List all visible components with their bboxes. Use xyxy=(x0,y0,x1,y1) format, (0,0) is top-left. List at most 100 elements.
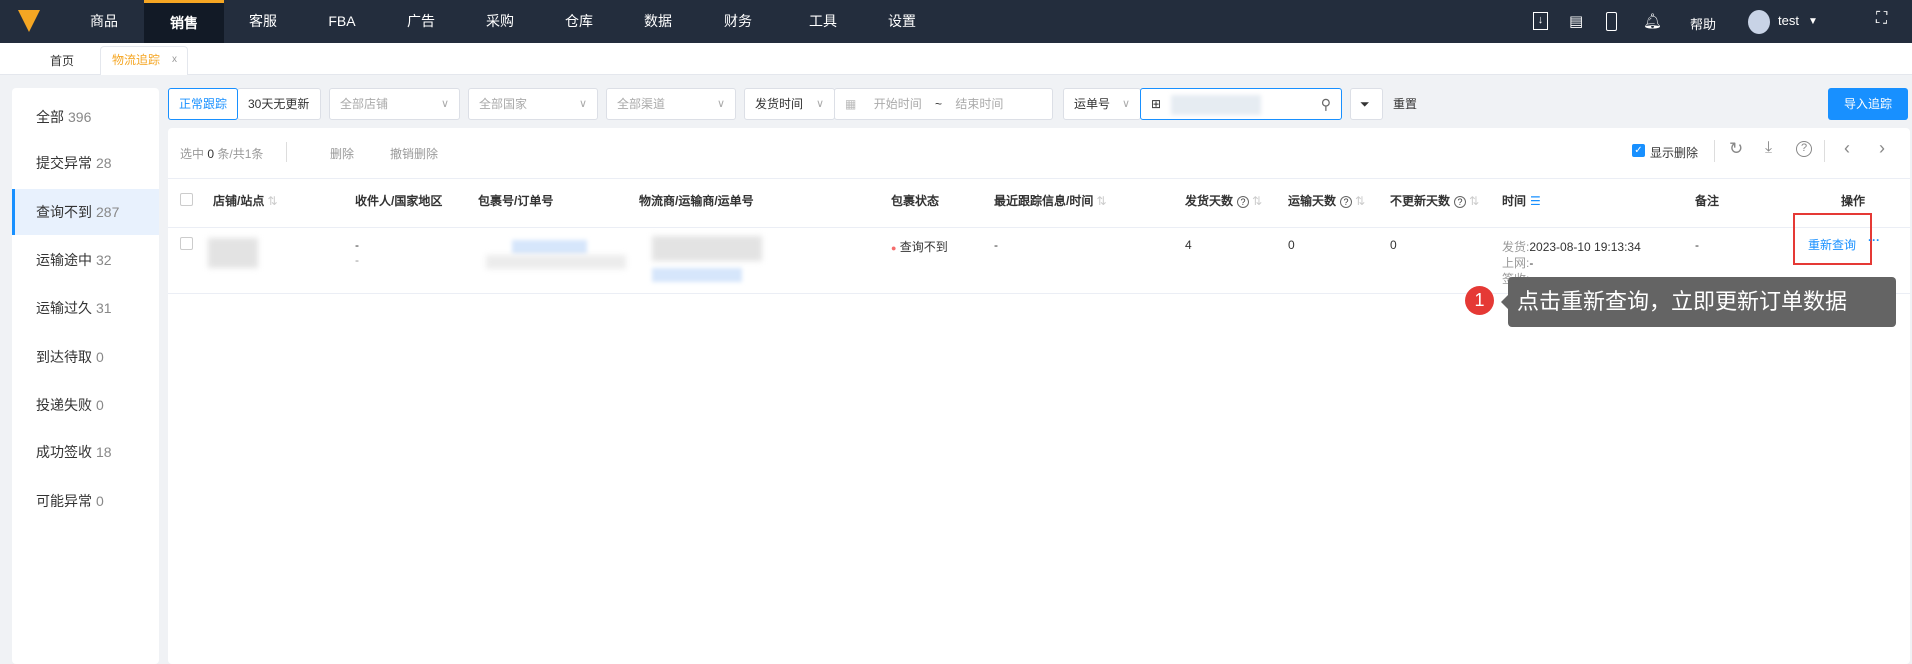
time-type-select[interactable]: 发货时间 ∨ xyxy=(744,88,835,120)
col-latest-tracking[interactable]: 最近跟踪信息/时间 ⇅ xyxy=(994,192,1106,209)
prev-page-icon[interactable]: ‹ xyxy=(1844,138,1850,159)
tab-label: 物流追踪 xyxy=(112,53,161,67)
user-name[interactable]: test xyxy=(1778,13,1799,28)
chevron-down-icon: ∨ xyxy=(1121,98,1130,110)
tab-logistics-tracking[interactable]: 物流追踪 x xyxy=(100,46,188,75)
nav-item-products[interactable]: 商品 xyxy=(64,0,144,43)
filter-icon[interactable]: ⏷ xyxy=(1350,88,1383,120)
start-date-input[interactable]: 开始时间 xyxy=(874,97,922,111)
export-icon[interactable]: ⤓ xyxy=(1765,139,1772,157)
caret-down-icon[interactable]: ▼ xyxy=(1808,16,1818,27)
col-ship-days[interactable]: 发货天数? ⇅ xyxy=(1185,192,1262,209)
nav-item-finance[interactable]: 财务 xyxy=(698,0,778,43)
next-page-icon[interactable]: › xyxy=(1879,138,1885,159)
status-dot-icon: ● xyxy=(891,243,897,253)
sidebar-item-in-transit[interactable]: 运输途中 32 xyxy=(12,237,159,283)
reset-button[interactable]: 重置 xyxy=(1393,88,1417,120)
stale-days: 0 xyxy=(1390,238,1397,252)
normal-tracking-toggle[interactable]: 正常跟踪 xyxy=(168,88,238,120)
country: - xyxy=(355,253,359,267)
top-nav: 商品 销售 客服 FBA 广告 采购 仓库 数据 财务 工具 设置 ↓ ▤ 🔔︎… xyxy=(0,0,1912,43)
latest-tracking: - xyxy=(994,238,998,252)
sort-icon: ⇅ xyxy=(1252,194,1263,208)
help-icon[interactable]: ? xyxy=(1796,141,1812,157)
nav-item-settings[interactable]: 设置 xyxy=(862,0,942,43)
fullscreen-icon[interactable]: ⛶ xyxy=(1876,10,1887,28)
sort-icon: ⇅ xyxy=(1355,194,1366,208)
col-actions: 操作 xyxy=(1841,194,1866,208)
chevron-down-icon: ∨ xyxy=(815,98,824,110)
col-recipient: 收件人/国家地区 xyxy=(355,194,443,208)
help-link[interactable]: 帮助 xyxy=(1690,14,1716,33)
import-tracking-button[interactable]: 导入追踪 xyxy=(1828,88,1908,120)
requery-button[interactable]: 重新查询 xyxy=(1808,236,1856,253)
results-card: 选中 0 条/共1条 删除 撤销删除 ✓ 显示删除 ↻ ⤓ ? ‹ › 店铺/站… xyxy=(168,128,1910,664)
tab-home[interactable]: 首页 xyxy=(50,47,74,75)
help-icon: ? xyxy=(1454,196,1467,208)
col-carrier: 物流商/运输商/运单号 xyxy=(639,194,754,208)
country-select[interactable]: 全部国家 ∨ xyxy=(468,88,598,120)
select-all-checkbox[interactable] xyxy=(180,193,193,206)
col-stale-days[interactable]: 不更新天数? ⇅ xyxy=(1390,192,1479,209)
col-store[interactable]: 店铺/站点 ⇅ xyxy=(213,192,277,209)
nav-item-sales[interactable]: 销售 xyxy=(144,0,224,43)
guide-tooltip: 点击重新查询，立即更新订单数据 xyxy=(1508,277,1896,327)
store-select[interactable]: 全部店铺 ∨ xyxy=(329,88,460,120)
avatar[interactable] xyxy=(1748,10,1770,34)
nav-item-purchase[interactable]: 采购 xyxy=(460,0,540,43)
delete-button[interactable]: 删除 xyxy=(330,145,354,162)
help-icon: ? xyxy=(1340,196,1353,208)
channel-select[interactable]: 全部渠道 ∨ xyxy=(606,88,736,120)
search-icon[interactable]: ⚲ xyxy=(1321,89,1331,119)
search-input[interactable]: ⊞ ⚲ xyxy=(1140,88,1342,120)
sidebar-item-delivery-failed[interactable]: 投递失败 0 xyxy=(12,382,159,428)
end-date-input[interactable]: 结束时间 xyxy=(955,97,1003,111)
show-deleted-label: 显示删除 xyxy=(1650,146,1699,160)
nav-item-warehouse[interactable]: 仓库 xyxy=(539,0,619,43)
col-remark: 备注 xyxy=(1695,194,1720,208)
sidebar-item-delivered[interactable]: 成功签收 18 xyxy=(12,429,159,475)
sidebar-item-all[interactable]: 全部 396 xyxy=(12,94,159,140)
recipient: - xyxy=(355,238,359,252)
remark: - xyxy=(1695,238,1699,252)
sidebar-item-submit-error[interactable]: 提交异常 28 xyxy=(12,140,159,186)
online-time: 上网:- xyxy=(1502,256,1534,270)
logo-icon[interactable] xyxy=(18,10,40,32)
col-time[interactable]: 时间 ☰ xyxy=(1502,192,1541,209)
sort-icon: ⇅ xyxy=(267,194,278,208)
page-tabs: 首页 物流追踪 x xyxy=(0,43,1912,75)
sidebar-item-possible-exception[interactable]: 可能异常 0 xyxy=(12,478,159,524)
refresh-icon[interactable]: ↻ xyxy=(1729,139,1743,159)
sort-icon: ⇅ xyxy=(1469,194,1480,208)
nav-item-data[interactable]: 数据 xyxy=(618,0,698,43)
col-transit-days[interactable]: 运输天数? ⇅ xyxy=(1288,192,1365,209)
close-icon[interactable]: x xyxy=(172,47,177,73)
show-deleted-checkbox[interactable]: ✓ xyxy=(1632,144,1645,157)
sidebar-item-not-found[interactable]: 查询不到 287 xyxy=(12,189,159,235)
more-actions-icon[interactable]: ··· xyxy=(1868,233,1880,247)
nav-item-fba[interactable]: FBA xyxy=(302,0,382,43)
chevron-down-icon: ∨ xyxy=(716,98,725,110)
nav-item-service[interactable]: 客服 xyxy=(223,0,303,43)
bell-icon[interactable]: 🔔︎ xyxy=(1643,12,1662,30)
search-type-select[interactable]: 运单号 ∨ xyxy=(1063,88,1141,120)
download-icon[interactable]: ↓ xyxy=(1533,12,1548,30)
sidebar-item-awaiting-pickup[interactable]: 到达待取 0 xyxy=(12,334,159,380)
sort-list-icon: ☰ xyxy=(1530,194,1541,208)
date-range-picker[interactable]: ▦ 开始时间 ~ 结束时间 xyxy=(834,88,1053,120)
help-icon: ? xyxy=(1237,196,1250,208)
transit-days: 0 xyxy=(1288,238,1295,252)
chevron-down-icon: ∨ xyxy=(578,98,587,110)
col-package-no: 包裹号/订单号 xyxy=(478,194,554,208)
nav-item-tools[interactable]: 工具 xyxy=(783,0,863,43)
mobile-icon[interactable] xyxy=(1606,12,1617,31)
nav-item-ads[interactable]: 广告 xyxy=(381,0,461,43)
row-checkbox[interactable] xyxy=(180,237,193,250)
calendar-icon: ▦ xyxy=(845,97,857,111)
undo-delete-button[interactable]: 撤销删除 xyxy=(390,145,438,162)
sidebar-item-transit-too-long[interactable]: 运输过久 31 xyxy=(12,285,159,331)
task-list-icon[interactable]: ▤ xyxy=(1569,12,1583,30)
step-badge: 1 xyxy=(1465,286,1494,315)
stale-30-days-toggle[interactable]: 30天无更新 xyxy=(237,88,321,120)
sort-icon: ⇅ xyxy=(1096,194,1107,208)
